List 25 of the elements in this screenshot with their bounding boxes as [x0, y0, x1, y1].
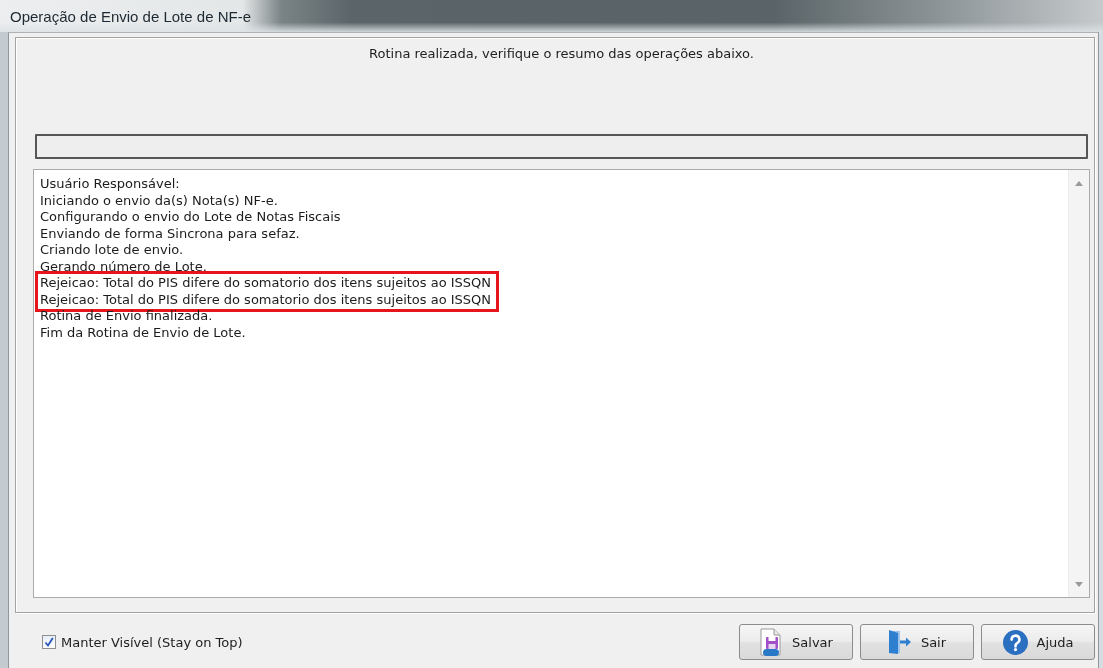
checkmark-icon — [44, 637, 54, 647]
help-icon — [1002, 629, 1028, 655]
scroll-down-icon[interactable] — [1075, 582, 1083, 587]
log-line: Rejeicao: Total do PIS difere do somatorio dos itens sujeitos ao ISSQN — [40, 275, 492, 292]
log-line: Fim da Rotina de Envio de Lote. — [40, 324, 246, 341]
log-line: Configurando o envio do Lote de Notas Fiscais — [40, 209, 341, 226]
log-textarea[interactable] — [33, 169, 1090, 598]
checkbox-label: Manter Visível (Stay on Top) — [61, 634, 243, 650]
help-button[interactable]: Ajuda — [981, 624, 1095, 660]
door-arrow-icon — [887, 629, 912, 655]
status-message: Rotina realizada, verifique o resumo das operações abaixo. — [368, 46, 755, 62]
log-line: Enviando de forma Sincrona para sefaz. — [40, 225, 300, 242]
document-floppy-icon — [759, 628, 784, 656]
exit-button[interactable]: Sair — [860, 624, 974, 660]
window-title: Operação de Envio de Lote de NF-e — [10, 7, 251, 25]
log-line: Usuário Responsável: — [40, 176, 180, 193]
log-line: Rotina de Envio finalizada. — [40, 308, 213, 325]
checkbox[interactable] — [42, 635, 56, 649]
scroll-up-icon[interactable] — [1075, 181, 1083, 186]
scrollbar[interactable] — [1068, 170, 1089, 597]
log-line: Rejeicao: Total do PIS difere do somatorio dos itens sujeitos ao ISSQN — [40, 291, 492, 308]
log-line: Gerando número de Lote. — [40, 258, 207, 275]
log-line: Iniciando o envio da(s) Nota(s) NF-e. — [40, 192, 278, 209]
save-button[interactable]: Salvar — [739, 624, 853, 660]
log-line: Criando lote de envio. — [40, 242, 184, 259]
